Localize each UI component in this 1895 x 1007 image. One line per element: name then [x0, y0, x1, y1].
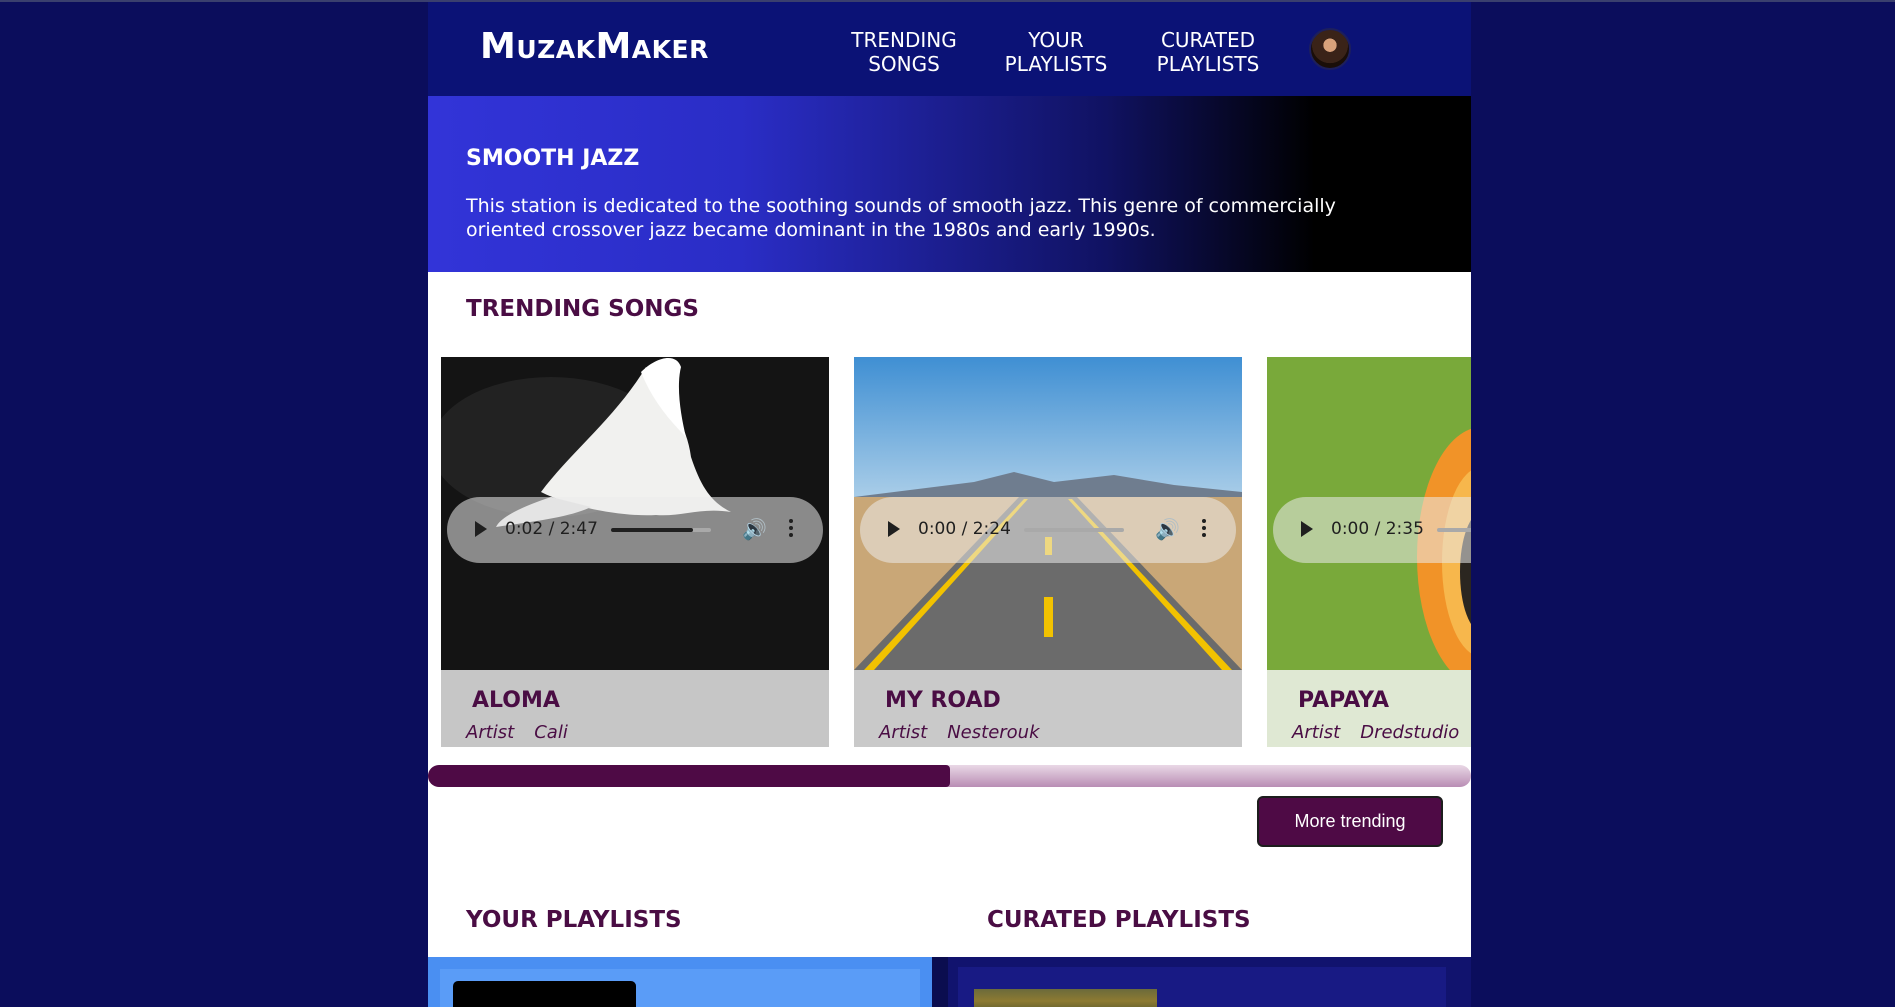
your-playlists-title: YOUR PLAYLISTS — [466, 907, 682, 933]
player-seek-bar[interactable] — [1437, 528, 1471, 532]
page: MuzakMaker TRENDING SONGS YOUR PLAYLISTS… — [428, 2, 1471, 1007]
player-time: 0:00 / 2:35 — [1331, 519, 1424, 539]
play-icon[interactable] — [1301, 521, 1313, 537]
song-info: PAPAYA Artist Dredstudio — [1267, 670, 1471, 747]
playlist-card[interactable] — [440, 969, 920, 1007]
scrollbar-thumb[interactable] — [428, 765, 950, 787]
your-playlists-panel — [428, 957, 932, 1007]
curated-playlists-title: CURATED PLAYLISTS — [987, 907, 1251, 933]
audio-player[interactable]: 0:00 / 2:24 🔊 — [860, 497, 1236, 563]
artist-label: Artist — [879, 722, 928, 743]
player-time: 0:00 / 2:24 — [918, 519, 1011, 539]
player-seek-bar[interactable] — [611, 528, 711, 532]
artist-name: Nesterouk — [947, 722, 1040, 743]
nav-curated-playlists[interactable]: CURATED PLAYLISTS — [1148, 28, 1268, 76]
player-seek-bar[interactable] — [1024, 528, 1124, 532]
song-card: 0:02 / 2:47 🔊 ALOMA Artist Cali — [441, 357, 829, 747]
song-artist: Artist Cali — [466, 722, 568, 743]
playlist-cover-image — [453, 981, 636, 1007]
logo[interactable]: MuzakMaker — [480, 26, 709, 67]
volume-icon[interactable]: 🔊 — [1155, 517, 1180, 541]
panel-divider — [932, 957, 948, 1007]
song-card: 0:00 / 2:24 🔊 MY ROAD Artist Nesterouk — [854, 357, 1242, 747]
nav-your-playlists[interactable]: YOUR PLAYLISTS — [996, 28, 1116, 76]
more-vert-icon[interactable] — [789, 519, 793, 540]
site-header: MuzakMaker TRENDING SONGS YOUR PLAYLISTS… — [428, 2, 1471, 96]
playlist-cover-image — [974, 989, 1157, 1007]
audio-player[interactable]: 0:02 / 2:47 🔊 — [447, 497, 823, 563]
song-artist: Artist Dredstudio — [1292, 722, 1459, 743]
artist-label: Artist — [1292, 722, 1341, 743]
song-info: MY ROAD Artist Nesterouk — [854, 670, 1242, 747]
song-title: MY ROAD — [885, 688, 1001, 713]
more-vert-icon[interactable] — [1202, 519, 1206, 540]
song-artist: Artist Nesterouk — [879, 722, 1040, 743]
station-description: This station is dedicated to the soothin… — [466, 195, 1336, 241]
song-title: ALOMA — [472, 688, 560, 713]
play-icon[interactable] — [475, 521, 487, 537]
more-trending-button[interactable]: More trending — [1257, 796, 1443, 847]
song-card: 0:00 / 2:35 🔊 PAPAYA Artist Dredstudio — [1267, 357, 1471, 747]
volume-icon[interactable]: 🔊 — [742, 517, 767, 541]
nav-trending-songs[interactable]: TRENDING SONGS — [844, 28, 964, 76]
trending-scrollbar[interactable] — [428, 765, 1471, 787]
song-info: ALOMA Artist Cali — [441, 670, 829, 747]
song-title: PAPAYA — [1298, 688, 1390, 713]
artist-label: Artist — [466, 722, 515, 743]
station-hero: SMOOTH JAZZ This station is dedicated to… — [428, 96, 1471, 272]
avatar[interactable] — [1309, 28, 1351, 70]
trending-section-title: TRENDING SONGS — [466, 296, 699, 322]
player-time: 0:02 / 2:47 — [505, 519, 598, 539]
station-title: SMOOTH JAZZ — [466, 146, 640, 171]
artist-name: Dredstudio — [1360, 722, 1460, 743]
artist-name: Cali — [534, 722, 568, 743]
play-icon[interactable] — [888, 521, 900, 537]
audio-player[interactable]: 0:00 / 2:35 🔊 — [1273, 497, 1471, 563]
